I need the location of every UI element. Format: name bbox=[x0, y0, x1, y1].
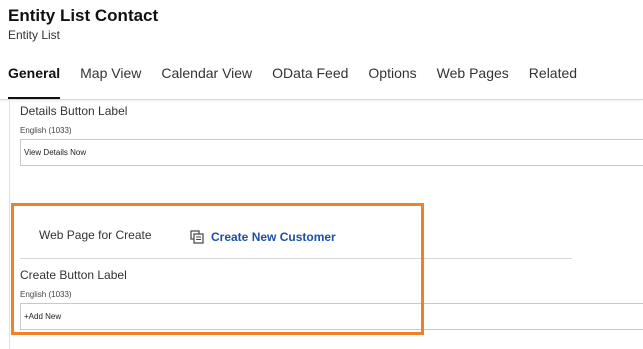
form-left-rail bbox=[9, 100, 10, 349]
tab-related[interactable]: Related bbox=[529, 63, 577, 91]
web-page-create-link-text[interactable]: Create New Customer bbox=[211, 230, 336, 244]
create-language-label: English (1033) bbox=[20, 290, 72, 299]
tab-web-pages[interactable]: Web Pages bbox=[437, 63, 509, 91]
lookup-record-icon bbox=[190, 230, 204, 244]
page-subtitle: Entity List bbox=[8, 28, 61, 42]
web-page-create-link[interactable]: Create New Customer bbox=[190, 230, 336, 244]
web-page-create-label: Web Page for Create bbox=[39, 228, 152, 242]
tab-general[interactable]: General bbox=[8, 63, 61, 99]
create-button-label: Create Button Label bbox=[20, 268, 127, 282]
header: Entity List Contact Entity List bbox=[8, 6, 158, 43]
details-language-label: English (1033) bbox=[20, 126, 72, 135]
details-button-label-input[interactable] bbox=[20, 139, 643, 166]
create-button-label-input[interactable] bbox=[20, 303, 643, 330]
page-title: Entity List Contact bbox=[8, 6, 159, 25]
tab-bar: General Map View Calendar View OData Fee… bbox=[8, 63, 597, 99]
section-divider bbox=[20, 258, 572, 259]
tab-calendar-view[interactable]: Calendar View bbox=[161, 63, 252, 91]
tab-options[interactable]: Options bbox=[368, 63, 416, 91]
details-button-label: Details Button Label bbox=[20, 104, 128, 118]
tab-odata-feed[interactable]: OData Feed bbox=[272, 63, 348, 91]
tabs-divider bbox=[0, 99, 643, 100]
tab-map-view[interactable]: Map View bbox=[80, 63, 141, 91]
